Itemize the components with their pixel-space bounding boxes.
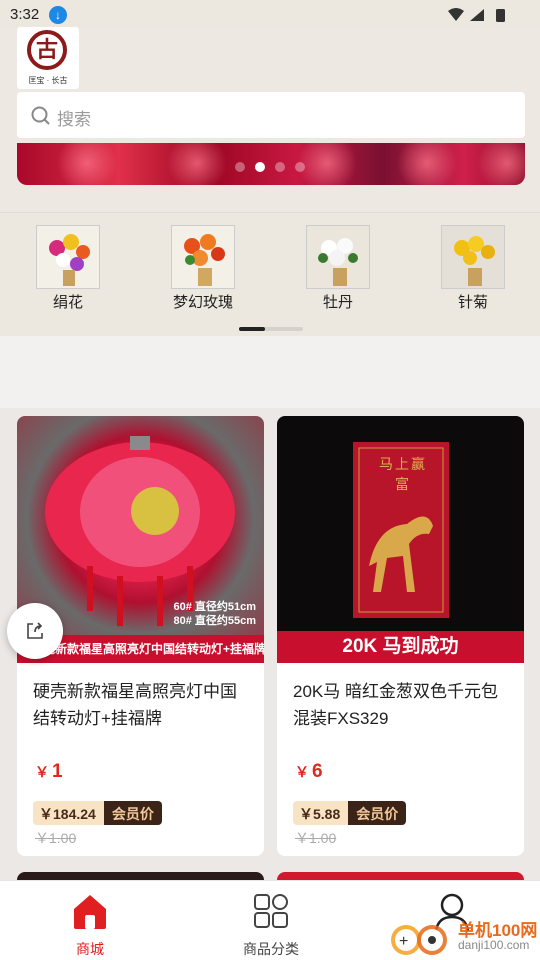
svg-text:+: + <box>399 933 408 950</box>
banner-dot[interactable] <box>235 162 245 172</box>
member-price-badge: ￥5.88 会员价 <box>293 801 407 825</box>
status-time: 3:32 <box>10 6 40 23</box>
banner-pagination <box>235 162 305 172</box>
member-price-badge: ￥184.24 会员价 <box>33 801 162 825</box>
category-item-peony[interactable]: 牡丹 <box>293 225 383 312</box>
category-image <box>36 225 100 289</box>
search-bar[interactable]: 搜索 <box>17 92 525 138</box>
tab-label: 商品分类 <box>243 941 299 957</box>
category-image <box>441 225 505 289</box>
category-item-silk-flower[interactable]: 绢花 <box>23 225 113 312</box>
product-price: ￥ 6 <box>295 761 323 782</box>
member-price-amount: ￥184.24 <box>33 801 104 825</box>
status-bar: 3:32 ↓ <box>0 0 540 30</box>
watermark-url: danji100.com <box>458 938 530 952</box>
product-image-caption: 20K 马到成功 <box>277 631 524 663</box>
product-grid: 60# 直径约51cm 80# 直径约55cm 硬壳新款福星高照亮灯中国结转动灯… <box>0 408 540 880</box>
logo-subtitle: 匡宝 · 长古 <box>28 76 68 85</box>
product-image: 马上赢富 20K 马到成功 <box>277 416 524 663</box>
tab-categories[interactable]: 商品分类 <box>221 891 321 959</box>
category-image <box>171 225 235 289</box>
share-icon <box>27 622 43 639</box>
system-status-icons <box>448 8 505 22</box>
store-logo[interactable]: 古 匡宝 · 长古 <box>17 27 79 89</box>
search-placeholder: 搜索 <box>57 110 91 129</box>
product-image-text: 马上赢富 <box>379 457 427 493</box>
category-label: 绢花 <box>52 294 83 311</box>
original-price: ￥1.00 <box>295 830 337 846</box>
signal-icon <box>470 9 484 21</box>
search-icon <box>31 106 50 125</box>
category-grid-icon <box>254 894 288 928</box>
share-button[interactable] <box>7 603 63 659</box>
product-card[interactable]: 马上赢富 20K 马到成功 20K马 暗红金葱双色千元包混装FXS329 ￥ 6 … <box>277 416 524 856</box>
watermark-logo-icon: + <box>391 925 447 955</box>
product-price: ￥ 1 <box>35 761 63 782</box>
battery-icon <box>496 9 505 22</box>
home-icon <box>74 895 106 929</box>
watermark: + 单机100网 danji100.com <box>388 910 540 960</box>
download-icon: ↓ <box>49 6 67 24</box>
banner-dot[interactable] <box>295 162 305 172</box>
category-item-dream-rose[interactable]: 梦幻玫瑰 <box>158 225 248 312</box>
logo-mark: 古 <box>27 30 67 70</box>
category-label: 针菊 <box>457 294 488 311</box>
wifi-icon <box>448 8 464 21</box>
original-price: ￥1.00 <box>35 830 77 846</box>
category-label: 牡丹 <box>322 294 353 311</box>
category-image <box>306 225 370 289</box>
section-spacer <box>0 336 540 408</box>
member-price-tag: 会员价 <box>103 801 162 825</box>
product-name: 20K马 暗红金葱双色千元包混装FXS329 <box>293 682 498 728</box>
member-price-amount: ￥5.88 <box>293 801 349 825</box>
banner-dot[interactable] <box>275 162 285 172</box>
banner-dot-active[interactable] <box>255 162 265 172</box>
category-label: 梦幻玫瑰 <box>172 294 233 311</box>
category-scroll-indicator <box>239 327 303 331</box>
tab-mall[interactable]: 商城 <box>40 891 140 959</box>
category-item-needle-chrysanthemum[interactable]: 针菊 <box>428 225 518 312</box>
category-carousel: 绢花 梦幻玫瑰 牡丹 针菊 <box>0 212 540 336</box>
member-price-tag: 会员价 <box>348 801 407 825</box>
product-name: 硬壳新款福星高照亮灯中国结转动灯+挂福牌 <box>33 682 237 728</box>
product-image-spec: 60# 直径约51cm 80# 直径约55cm <box>173 601 256 627</box>
tab-label: 商城 <box>76 941 104 957</box>
